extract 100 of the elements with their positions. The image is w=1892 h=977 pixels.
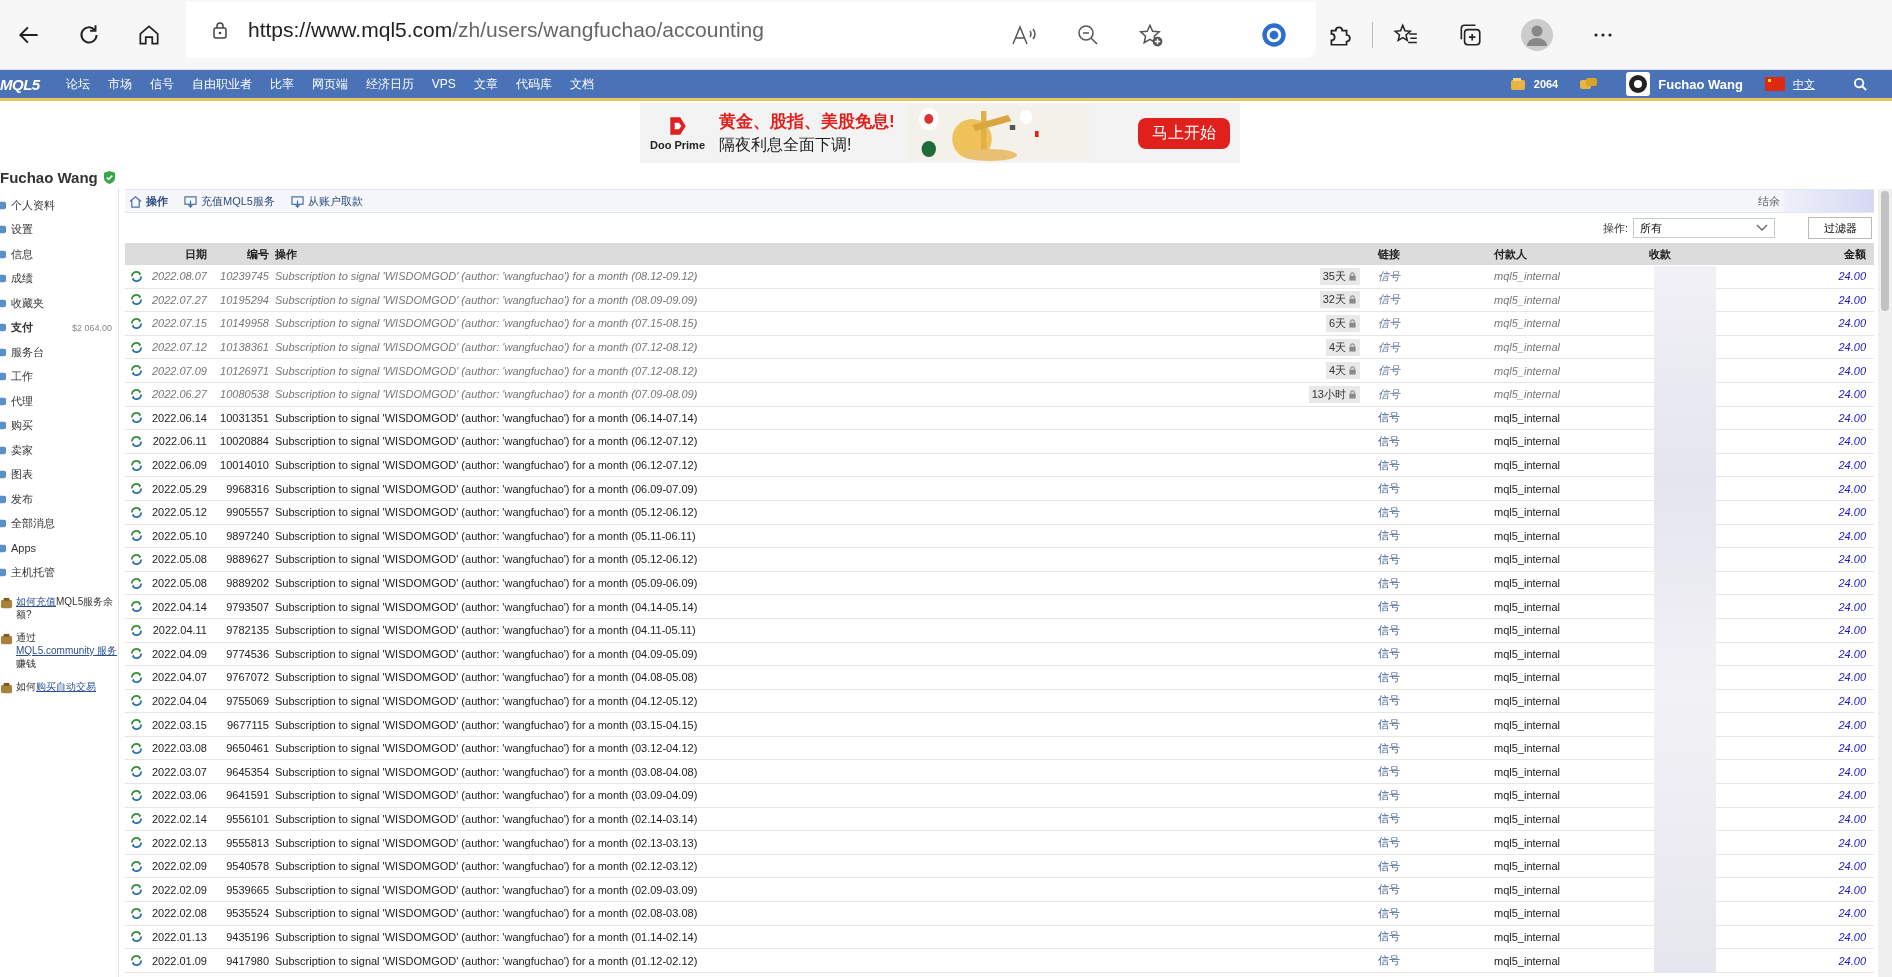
sidebar-item[interactable]: 卖家: [0, 438, 118, 463]
user-avatar-icon[interactable]: [1626, 72, 1651, 96]
signal-link[interactable]: 信号: [1372, 386, 1488, 402]
nav-link[interactable]: 市场: [107, 75, 132, 93]
nav-link[interactable]: 网页端: [311, 75, 348, 93]
signal-link[interactable]: 信号: [1372, 622, 1488, 638]
table-cell-text: 24.00: [1837, 930, 1867, 943]
extension-logo-icon[interactable]: [1260, 20, 1288, 49]
tab[interactable]: 充值MQL5服务: [184, 193, 275, 209]
table-cell-text: 9767072: [225, 671, 269, 684]
nav-link[interactable]: VPS: [431, 77, 456, 91]
signal-link[interactable]: 信号: [1372, 882, 1488, 898]
site-logo[interactable]: MQL5: [0, 75, 40, 93]
sidebar-item[interactable]: 发布: [0, 487, 118, 512]
column-header[interactable]: 收款: [1643, 246, 1783, 262]
nav-link[interactable]: 比率: [269, 75, 294, 93]
signal-link[interactable]: 信号: [1372, 433, 1488, 449]
table-cell-text: mql5_internal: [1493, 270, 1562, 283]
signal-link[interactable]: 信号: [1372, 599, 1488, 615]
column-header[interactable]: 操作: [269, 246, 1372, 262]
nav-link[interactable]: 文章: [473, 75, 498, 93]
table-cell-text: mql5_internal: [1493, 718, 1562, 731]
signal-link[interactable]: 信号: [1372, 457, 1488, 473]
column-header[interactable]: 日期: [147, 246, 207, 262]
signal-link[interactable]: 信号: [1372, 316, 1488, 331]
signal-link[interactable]: 信号: [1372, 787, 1488, 803]
signal-link[interactable]: 信号: [1372, 528, 1488, 544]
tab[interactable]: 操作: [129, 193, 168, 209]
sidebar-item[interactable]: 购买: [0, 413, 118, 438]
user-name[interactable]: Fuchao Wang: [1658, 76, 1743, 92]
sidebar-item[interactable]: 全部消息: [0, 511, 118, 536]
sidebar-item[interactable]: 收藏夹: [0, 291, 118, 316]
zoom-out-icon[interactable]: [1076, 22, 1100, 47]
sidebar-item[interactable]: 支付 $2 064.00: [0, 315, 118, 340]
signal-link[interactable]: 信号: [1372, 363, 1488, 379]
signal-link[interactable]: 信号: [1372, 669, 1488, 685]
sidebar-item[interactable]: 成绩: [0, 266, 118, 291]
column-header[interactable]: 编号: [207, 246, 269, 262]
balance-amount[interactable]: 2064: [1533, 78, 1559, 90]
nav-link[interactable]: 论坛: [65, 75, 90, 93]
search-icon[interactable]: [1853, 76, 1868, 92]
profile-avatar-icon[interactable]: [1521, 18, 1553, 51]
sidebar-item[interactable]: 服务台: [0, 340, 118, 365]
address-bar[interactable]: https://www.mql5.com/zh/users/wangfuchao/accounting: [186, 1, 1316, 58]
refresh-arrows-icon: [129, 293, 143, 307]
star-add-icon[interactable]: [1138, 21, 1164, 48]
nav-link[interactable]: 信号: [149, 75, 174, 93]
nav-link[interactable]: 代码库: [515, 75, 552, 93]
signal-link[interactable]: 信号: [1372, 292, 1488, 308]
signal-link[interactable]: 信号: [1372, 858, 1488, 874]
sidebar-item[interactable]: 代理: [0, 389, 118, 414]
signal-link[interactable]: 信号: [1372, 339, 1488, 355]
signal-link[interactable]: 信号: [1372, 551, 1488, 567]
table-cell-text: mql5_internal: [1493, 671, 1562, 684]
help-glyph-icon: [0, 682, 13, 695]
column-header[interactable]: 金额: [1783, 246, 1874, 262]
help-link[interactable]: MQL5.community 服务: [16, 645, 118, 656]
column-header[interactable]: 付款人: [1488, 246, 1643, 262]
filter-button[interactable]: 过滤器: [1808, 217, 1872, 239]
signal-link[interactable]: 信号: [1372, 905, 1488, 921]
language-link[interactable]: 中文: [1793, 76, 1815, 92]
sidebar-item[interactable]: 信息: [0, 242, 118, 267]
column-header[interactable]: 链接: [1372, 246, 1488, 262]
signal-link[interactable]: 信号: [1372, 717, 1488, 733]
signal-link[interactable]: 信号: [1372, 410, 1488, 426]
sidebar-item[interactable]: 图表: [0, 462, 118, 487]
start-button[interactable]: 马上开始: [1138, 117, 1230, 149]
wallet-icon[interactable]: [1509, 77, 1526, 91]
operation-dropdown[interactable]: 所有: [1633, 218, 1775, 238]
sidebar-item[interactable]: 设置: [0, 217, 118, 242]
sidebar-item[interactable]: Apps: [0, 536, 118, 561]
nav-link[interactable]: 经济日历: [365, 75, 414, 93]
signal-link[interactable]: 信号: [1372, 481, 1488, 497]
signal-link[interactable]: 信号: [1372, 835, 1488, 851]
signal-link[interactable]: 信号: [1372, 953, 1488, 968]
sidebar-item[interactable]: 主机托管: [0, 560, 118, 585]
chat-icon[interactable]: [1580, 77, 1599, 91]
signal-link[interactable]: 信号: [1372, 929, 1488, 945]
nav-link[interactable]: 文档: [569, 75, 594, 93]
ad-banner[interactable]: Doo Prime 黄金、股指、美股免息! 隔夜利息全面下调! 马上开始: [640, 103, 1240, 163]
sidebar-item[interactable]: 工作: [0, 364, 118, 389]
nav-link[interactable]: 自由职业者: [191, 75, 252, 93]
table-cell-text: mql5_internal: [1493, 317, 1562, 330]
flag-icon[interactable]: [1765, 77, 1785, 91]
scrollbar-thumb[interactable]: [1881, 191, 1889, 311]
signal-link[interactable]: 信号: [1372, 764, 1488, 780]
lock-icon[interactable]: [210, 19, 230, 40]
signal-link[interactable]: 信号: [1372, 693, 1488, 709]
help-link[interactable]: 购买自动交易: [36, 681, 96, 692]
signal-link[interactable]: 信号: [1372, 575, 1488, 591]
signal-link[interactable]: 信号: [1372, 811, 1488, 827]
signal-link[interactable]: 信号: [1372, 268, 1488, 284]
signal-link[interactable]: 信号: [1372, 504, 1488, 520]
table-cell-text: Subscription to signal 'WISDOMGOD' (author: 'wangfuchao') for a month (05.09-06.09): [274, 577, 698, 589]
signal-link[interactable]: 信号: [1372, 646, 1488, 662]
sidebar-item[interactable]: 个人资料: [0, 193, 118, 218]
signal-link[interactable]: 信号: [1372, 740, 1488, 756]
help-link[interactable]: 如何充值: [16, 596, 56, 607]
tab[interactable]: 从账户取款: [290, 193, 363, 209]
table-cell-text: Subscription to signal 'WISDOMGOD' (author: 'wangfuchao') for a month (04.14-05.14): [274, 600, 698, 613]
